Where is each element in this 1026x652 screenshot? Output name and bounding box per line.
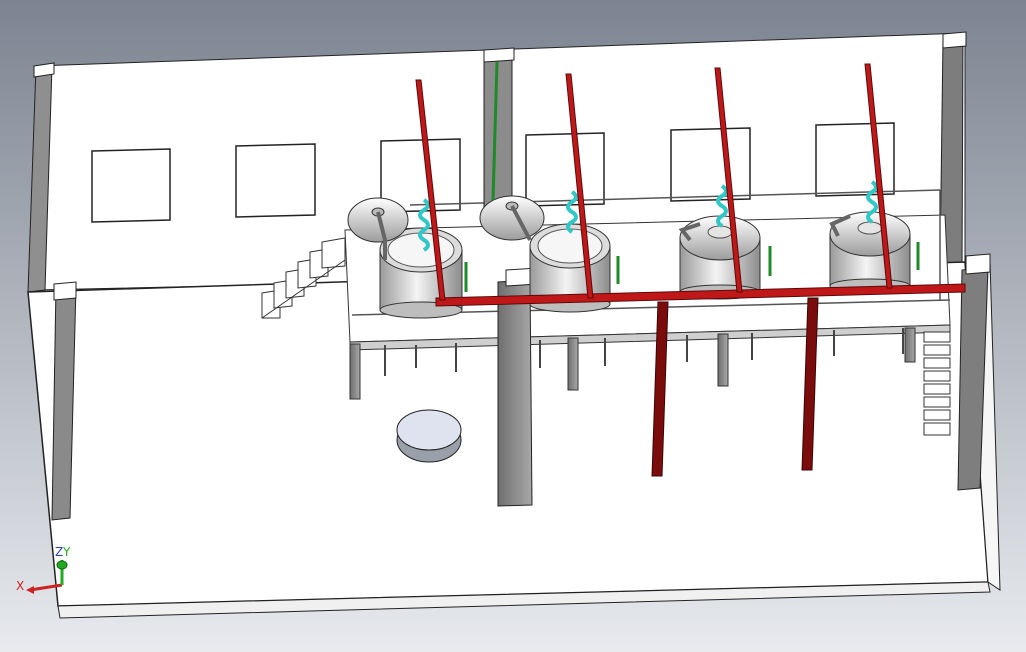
lid-2[interactable] xyxy=(479,195,545,241)
center-column xyxy=(497,279,533,507)
tank-3[interactable] xyxy=(678,215,761,300)
right-front-wall-cap xyxy=(965,253,991,275)
y-axis-label: Y xyxy=(62,545,71,559)
x-axis-label: X xyxy=(16,579,24,593)
platform-leg xyxy=(349,343,361,400)
left-front-wall-cap xyxy=(53,281,77,301)
right-staircase xyxy=(923,331,951,436)
window-4 xyxy=(525,132,605,207)
window-1 xyxy=(91,148,171,223)
right-wall-cap xyxy=(942,31,967,49)
model-viewport[interactable]: X Z Y xyxy=(0,0,1026,652)
window-5 xyxy=(670,127,751,202)
floor-drain xyxy=(396,409,462,463)
tank-4[interactable] xyxy=(829,211,911,294)
back-column-cap xyxy=(483,47,515,63)
left-wall-top xyxy=(33,62,55,78)
z-axis-label: Z xyxy=(55,545,63,559)
platform-leg xyxy=(717,333,729,387)
window-2 xyxy=(235,143,316,218)
cad-3d-scene[interactable]: X Z Y xyxy=(0,0,1026,652)
y-axis-cap xyxy=(56,560,68,570)
platform-leg xyxy=(567,337,579,391)
platform-leg xyxy=(904,327,916,363)
